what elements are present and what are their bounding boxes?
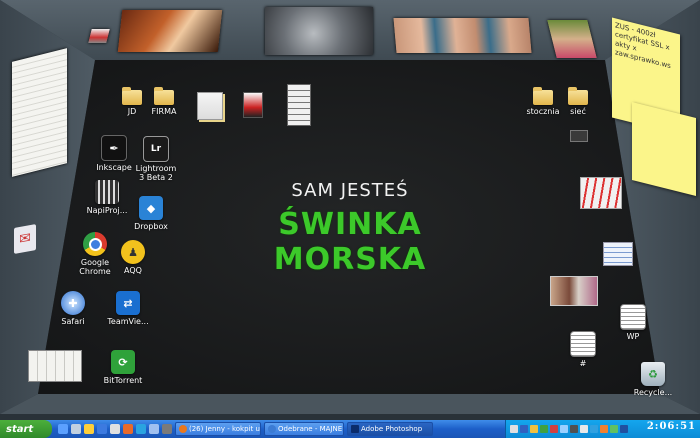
pdf-pile[interactable] [580, 177, 622, 209]
taskbar-window-mail[interactable]: Odebrane - MAJNE - ... [264, 422, 344, 436]
tray-icon[interactable] [520, 425, 528, 433]
desktop-icon-lightroom[interactable]: Lr Lightroom 3 Beta 2 [121, 136, 191, 182]
desktop-icon-teamviewer[interactable]: ⇄ TeamVie... [93, 291, 163, 326]
desktop-icon-firma[interactable]: FIRMA [129, 87, 199, 116]
photo-eyes[interactable] [393, 18, 532, 53]
teamviewer-icon: ⇄ [116, 291, 140, 315]
document-icon [570, 331, 596, 357]
clock[interactable]: 2:06:51 [647, 421, 696, 432]
pile-stack[interactable] [287, 84, 311, 126]
document-icon [620, 304, 646, 330]
tray-icon[interactable] [600, 425, 608, 433]
photo-small-cup[interactable] [88, 29, 110, 43]
small-monitor[interactable] [570, 130, 588, 142]
wall-document-left[interactable] [12, 48, 67, 177]
tray-icon[interactable] [590, 425, 598, 433]
tray-icon[interactable] [620, 425, 628, 433]
desktop-icon-label: TeamVie... [107, 317, 149, 326]
wallpaper-line2: ŚWINKA MORSKA [273, 207, 427, 277]
quicklaunch-icon[interactable] [136, 424, 146, 434]
mail-icon[interactable]: ✉ [14, 224, 36, 254]
quicklaunch-icon[interactable] [97, 424, 107, 434]
taskbar: start (26) Jenny - kokpit uż... Odebrane… [0, 420, 700, 438]
start-label: start [6, 423, 34, 435]
doc-pile[interactable] [603, 242, 633, 266]
desktop-icon-recycle[interactable]: ♻ Recycle... [618, 362, 688, 397]
tray-icon[interactable] [560, 425, 568, 433]
taskbar-window-label: (26) Jenny - kokpit uż... [189, 425, 260, 433]
tray-icon[interactable] [570, 425, 578, 433]
desktop-icon-dropbox[interactable]: ◆ Dropbox [116, 196, 186, 231]
taskbar-window-label: Odebrane - MAJNE - ... [278, 425, 343, 433]
desktop-icon-bittorrent[interactable]: ⟳ BitTorrent [88, 350, 158, 385]
taskbar-window-photoshop[interactable]: Adobe Photoshop [347, 422, 433, 436]
desktop-icon-label: WP [626, 332, 640, 341]
quicklaunch-icon[interactable] [71, 424, 81, 434]
start-button[interactable]: start [0, 420, 52, 438]
desktop-icon-label: Recycle... [633, 388, 673, 397]
desktop-icon-hash[interactable]: # [548, 331, 618, 368]
recycle-bin-icon: ♻ [641, 362, 665, 386]
desktop-icon-aqq[interactable]: ♟ AQQ [98, 240, 168, 275]
tray-icon[interactable] [580, 425, 588, 433]
desktop-icon-label: AQQ [124, 266, 142, 275]
sticky-note-blank[interactable] [632, 102, 696, 196]
wallpaper-line1: SAM JESTEŚ [291, 180, 409, 201]
desktop-icon-siec[interactable]: sieć [543, 87, 613, 116]
aqq-icon: ♟ [121, 240, 145, 264]
quicklaunch-icon[interactable] [58, 424, 68, 434]
pile-stack[interactable] [197, 92, 223, 120]
firefox-icon [179, 425, 187, 433]
bumptop-desktop: ✉ ZUS - 400zł certyfikat SSL x akty x za… [0, 0, 700, 414]
desktop-icon-label: Dropbox [134, 222, 168, 231]
pile-stack[interactable] [243, 92, 263, 118]
quicklaunch-icon[interactable] [123, 424, 133, 434]
taskbar-window-firefox[interactable]: (26) Jenny - kokpit uż... [175, 422, 261, 436]
quicklaunch-icon[interactable] [149, 424, 159, 434]
tray-icon[interactable] [610, 425, 618, 433]
folder-icon [568, 87, 588, 105]
desktop-icon-label: Safari [61, 317, 85, 326]
tray-icon[interactable] [550, 425, 558, 433]
dropbox-icon: ◆ [139, 196, 163, 220]
quicklaunch-icon[interactable] [162, 424, 172, 434]
photo-cat[interactable] [265, 7, 373, 55]
desktop-icon-label: # [579, 359, 587, 368]
desktop-icon-label: BitTorrent [103, 376, 143, 385]
quicklaunch-icon[interactable] [84, 424, 94, 434]
folder-icon [154, 87, 174, 105]
quicklaunch-icon[interactable] [110, 424, 120, 434]
photo-redhead[interactable] [117, 10, 223, 52]
safari-icon: ✚ [61, 291, 85, 315]
desktop-icon-label: FIRMA [151, 107, 177, 116]
photoshop-icon [351, 425, 359, 433]
tray-icon[interactable] [510, 425, 518, 433]
tray-icon[interactable] [530, 425, 538, 433]
pile-stack[interactable] [28, 350, 82, 382]
mail-client-icon [268, 425, 276, 433]
tray-icon[interactable] [540, 425, 548, 433]
taskbar-window-label: Adobe Photoshop [361, 425, 423, 433]
bittorrent-icon: ⟳ [111, 350, 135, 374]
photo-pile[interactable] [550, 276, 598, 306]
desktop-icon-label: sieć [570, 107, 586, 116]
system-tray: 2:06:51 [505, 420, 700, 438]
lightroom-icon: Lr [143, 136, 169, 162]
